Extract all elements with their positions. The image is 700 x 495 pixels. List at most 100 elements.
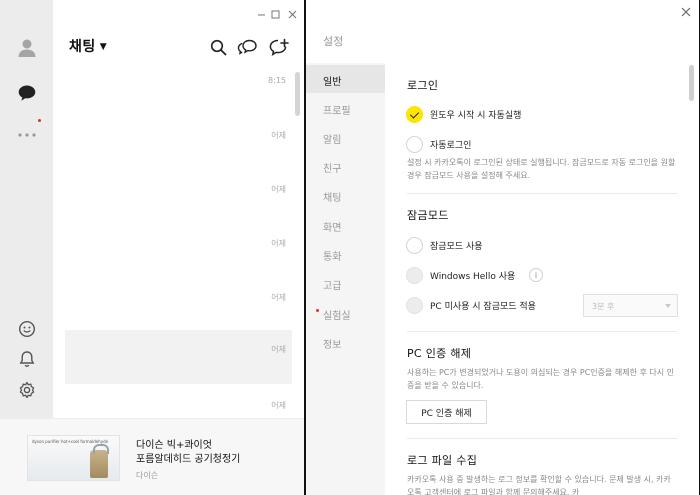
section-divider — [407, 438, 677, 439]
log-description: 카카오톡 사용 중 발생하는 로그 정보를 확인할 수 있습니다. 문제 발생 … — [407, 475, 671, 495]
nav-display[interactable]: 화면 — [306, 211, 385, 239]
settings-window: 설정 일반 프로필 알림 친구 채팅 화면 통화 고급 실험실 정보 로그인 윈… — [306, 0, 699, 495]
caret-down-icon: ▼ — [99, 42, 108, 52]
nav-alerts[interactable]: 알림 — [306, 123, 385, 151]
chat-header: 채팅 ▼ — [53, 28, 304, 68]
chat-time: 8:15 — [268, 76, 286, 85]
page-title: 채팅 — [69, 39, 96, 55]
open-chat-icon — [237, 39, 257, 55]
nav-label: 고급 — [323, 281, 342, 292]
autologin-checkbox[interactable] — [406, 136, 423, 153]
maximize-button[interactable] — [267, 6, 283, 22]
more-tab[interactable] — [15, 121, 39, 145]
settings-titlebar: 설정 — [306, 0, 699, 63]
minimize-icon — [257, 14, 265, 15]
nav-labs[interactable]: 실험실 — [306, 299, 385, 327]
search-button[interactable] — [207, 36, 229, 58]
nav-general[interactable]: 일반 — [306, 65, 385, 93]
settings-scrollbar[interactable] — [685, 63, 699, 495]
smiley-icon — [18, 320, 36, 338]
list-item[interactable]: 어제 — [53, 176, 292, 230]
idle-time-select[interactable]: 3분 후 — [583, 294, 678, 317]
section-log-heading: 로그 파일 수집 — [407, 454, 478, 467]
list-item[interactable]: 어제 — [53, 122, 292, 176]
lock-use-label: 잠금모드 사용 — [430, 242, 483, 252]
bell-icon — [19, 351, 35, 367]
pc-auth-reset-button[interactable]: PC 인증 해제 — [406, 400, 487, 424]
nav-call[interactable]: 통화 — [306, 240, 385, 268]
chat-title-dropdown[interactable]: 채팅 ▼ — [69, 36, 107, 56]
autostart-checkbox[interactable] — [406, 106, 423, 123]
nav-advanced[interactable]: 고급 — [306, 269, 385, 297]
emoticon-button[interactable] — [15, 317, 39, 341]
more-dots-icon — [18, 133, 36, 137]
section-divider — [407, 193, 677, 194]
autostart-label: 윈도우 시작 시 자동실행 — [430, 111, 522, 121]
nav-label: 일반 — [323, 77, 342, 88]
chat-time: 어제 — [271, 131, 286, 140]
air-purifier-icon — [90, 444, 109, 478]
friends-tab[interactable] — [15, 36, 39, 60]
nav-friends[interactable]: 친구 — [306, 152, 385, 180]
ad-title: 다이슨 빅+콰이엇 포름알데히드 공기청정기 — [136, 440, 241, 465]
open-chat-button[interactable] — [236, 36, 258, 58]
idle-time-value: 3분 후 — [592, 302, 615, 311]
nav-label: 실험실 — [323, 311, 351, 322]
nav-label: 정보 — [323, 340, 342, 351]
notifications-button[interactable] — [15, 347, 39, 371]
list-item[interactable]: 8:15 — [53, 68, 292, 122]
chat-time: 어제 — [271, 293, 286, 302]
chat-bubble-icon — [18, 85, 36, 101]
settings-button[interactable] — [15, 378, 39, 402]
new-chat-icon — [269, 38, 289, 56]
chat-window: 채팅 ▼ 8:15 어제 어제 어제 어제 어제 어제 dyson purifie… — [0, 0, 304, 495]
nav-profile[interactable]: 프로필 — [306, 94, 385, 122]
autologin-label: 자동로그인 — [430, 141, 472, 151]
section-login-heading: 로그인 — [407, 79, 439, 92]
lock-use-checkbox[interactable] — [406, 237, 423, 254]
section-divider — [407, 331, 677, 332]
close-icon — [681, 7, 691, 17]
chevron-down-icon — [665, 304, 671, 308]
list-item[interactable]: 어제 — [53, 230, 292, 284]
nav-info[interactable]: 정보 — [306, 328, 385, 356]
list-item[interactable]: 어제 — [53, 392, 292, 418]
idle-lock-checkbox[interactable] — [406, 297, 423, 314]
info-icon[interactable]: i — [529, 268, 543, 282]
list-item-selected[interactable]: 어제 — [65, 330, 292, 384]
windows-hello-checkbox[interactable] — [406, 267, 423, 284]
close-button[interactable] — [284, 6, 300, 22]
settings-content: 로그인 윈도우 시작 시 자동실행 자동로그인 설정 시 카카오톡이 로그인된 … — [385, 63, 685, 495]
settings-nav: 일반 프로필 알림 친구 채팅 화면 통화 고급 실험실 정보 — [306, 63, 385, 495]
new-badge — [38, 119, 41, 122]
chat-time: 어제 — [271, 239, 286, 248]
scrollbar-thumb[interactable] — [689, 65, 694, 101]
new-badge — [316, 309, 319, 312]
chat-titlebar — [53, 0, 304, 28]
nav-label: 채팅 — [323, 193, 342, 204]
gear-icon — [19, 381, 35, 399]
nav-label: 화면 — [323, 223, 342, 234]
chat-list-scrollbar[interactable] — [292, 68, 304, 418]
person-icon — [18, 39, 36, 57]
nav-label: 친구 — [323, 164, 342, 175]
maximize-icon — [271, 10, 279, 18]
chat-time: 어제 — [271, 401, 286, 410]
login-description: 설정 시 카카오톡이 로그인된 상태로 실행됩니다. 잠금모드로 자동 로그인을… — [407, 158, 676, 180]
chats-tab[interactable] — [15, 81, 39, 105]
scrollbar-thumb[interactable] — [295, 72, 300, 116]
ad-banner[interactable]: dyson purifier hot+cool formaldehyde 다이슨… — [0, 418, 304, 495]
ad-image: dyson purifier hot+cool formaldehyde — [27, 435, 120, 481]
search-icon — [210, 39, 226, 55]
nav-chat[interactable]: 채팅 — [306, 181, 385, 209]
chat-list[interactable]: 8:15 어제 어제 어제 어제 어제 어제 — [53, 68, 292, 418]
ad-brand: 다이슨 — [136, 471, 159, 480]
chat-time: 어제 — [271, 345, 286, 354]
nav-label: 알림 — [323, 135, 342, 146]
windows-hello-label: Windows Hello 사용 — [430, 272, 516, 282]
settings-close-button[interactable] — [679, 5, 693, 19]
nav-label: 통화 — [323, 252, 342, 263]
new-chat-button[interactable] — [267, 36, 289, 58]
idle-lock-label: PC 미사용 시 잠금모드 적용 — [430, 302, 536, 312]
close-icon — [288, 10, 296, 18]
